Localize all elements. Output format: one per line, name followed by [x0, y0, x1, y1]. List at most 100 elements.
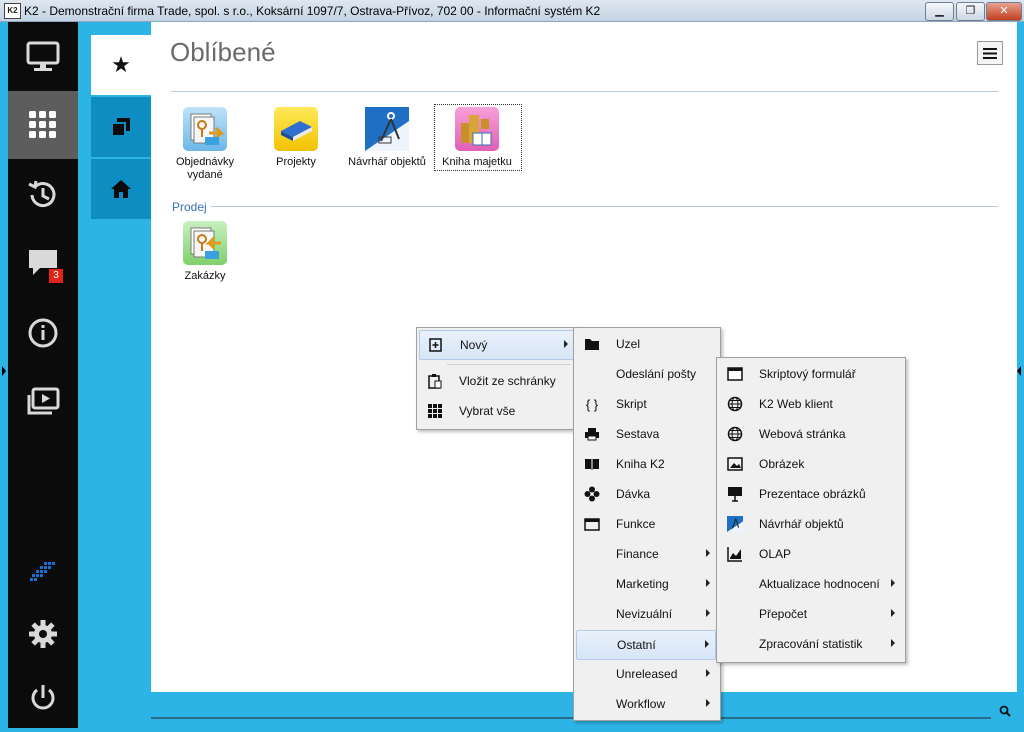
context-menu: Nový Vložit ze schránky Vybrat vše: [416, 327, 578, 430]
tab-home[interactable]: [91, 159, 151, 219]
menu-item-prezentace-obrazku[interactable]: Prezentace obrázků: [719, 480, 901, 508]
left-edge-arrow-icon[interactable]: [2, 366, 6, 376]
new-item-icon: [428, 337, 444, 353]
menu-separator: [447, 364, 571, 365]
flower-icon: [584, 486, 600, 502]
menu-item-finance[interactable]: Finance: [576, 540, 716, 568]
favorite-zakazky[interactable]: Zakázky: [160, 221, 250, 283]
tile-label-line2: vydané: [187, 169, 223, 181]
settings-gear-icon: [29, 620, 57, 648]
menu-item-kniha-k2[interactable]: Kniha K2: [576, 450, 716, 478]
menu-item-sestava[interactable]: Sestava: [576, 420, 716, 448]
tab-windows[interactable]: [91, 97, 151, 157]
function-window-icon: [584, 516, 600, 532]
desktop-icon: [26, 41, 60, 71]
favorite-projekty[interactable]: Projekty: [251, 107, 341, 169]
submenu-arrow-icon: [706, 669, 710, 677]
favorite-kniha-majetku[interactable]: Kniha majetku: [432, 107, 522, 169]
apps-grid-icon: [29, 111, 56, 138]
k2-logo-icon: [30, 562, 55, 581]
olap-chart-icon: [727, 546, 743, 562]
menu-item-aktualizace-hodnoceni[interactable]: Aktualizace hodnocení: [719, 570, 901, 598]
sales-orders-icon: [183, 221, 227, 265]
submenu-arrow-icon: [705, 640, 709, 648]
submenu-arrow-icon: [706, 699, 710, 707]
tile-label: Kniha majetku: [442, 156, 512, 168]
menu-item-davka[interactable]: Dávka: [576, 480, 716, 508]
sidebar-item-info[interactable]: [8, 299, 78, 367]
sidebar-item-settings[interactable]: [8, 600, 78, 668]
braces-icon: { }: [585, 396, 599, 412]
hamburger-icon: [983, 47, 997, 59]
sidebar-item-media[interactable]: [8, 368, 78, 436]
submenu-arrow-icon: [706, 609, 710, 617]
favorite-navrhar-objektu[interactable]: Návrhář objektů: [342, 107, 432, 169]
menu-item-unreleased[interactable]: Unreleased: [576, 660, 716, 688]
star-icon: ★: [111, 52, 131, 77]
close-button[interactable]: ✕: [986, 2, 1022, 21]
sidebar-item-messages[interactable]: 3: [8, 229, 78, 297]
purchase-orders-icon: [183, 107, 227, 151]
paste-icon: [427, 373, 443, 389]
printer-icon: [584, 426, 600, 442]
home-icon: [111, 180, 131, 198]
presentation-icon: [727, 486, 743, 502]
main-sidebar: 3: [8, 22, 78, 728]
sidebar-item-apps[interactable]: [8, 91, 78, 159]
sidebar-item-desktop[interactable]: [8, 23, 78, 91]
menu-item-navrhar-objektu[interactable]: Návrhář objektů: [719, 510, 901, 538]
menu-item-prepocet[interactable]: Přepočet: [719, 600, 901, 628]
window-titlebar: K2 K2 - Demonstrační firma Trade, spol. …: [0, 0, 1024, 22]
asset-book-icon: [455, 107, 499, 151]
submenu-ostatni: Skriptový formulář K2 Web klient Webová …: [716, 357, 906, 663]
book-icon: [584, 456, 600, 472]
designer-icon: [727, 516, 743, 532]
menu-item-obrazek[interactable]: Obrázek: [719, 450, 901, 478]
menu-item-marketing[interactable]: Marketing: [576, 570, 716, 598]
sidebar-item-power[interactable]: [8, 664, 78, 732]
message-count-badge: 3: [49, 269, 63, 283]
history-icon: [28, 180, 56, 208]
menu-item-novy[interactable]: Nový: [419, 330, 575, 360]
menu-item-k2-web-klient[interactable]: K2 Web klient: [719, 390, 901, 418]
k2-app-icon: K2: [4, 3, 21, 19]
tab-favorites[interactable]: ★: [91, 35, 151, 95]
menu-item-workflow[interactable]: Workflow: [576, 690, 716, 718]
header-divider: [171, 91, 998, 92]
section-prodej-label: Prodej: [172, 200, 211, 214]
menu-item-ostatni[interactable]: Ostatní: [576, 630, 716, 660]
tile-label: Zakázky: [184, 270, 226, 282]
menu-item-vybrat-vse[interactable]: Vybrat vše: [419, 397, 573, 425]
info-icon: [28, 318, 58, 348]
sidebar-item-history[interactable]: [8, 161, 78, 229]
menu-item-funkce[interactable]: Funkce: [576, 510, 716, 538]
favorite-objednavky-vydane[interactable]: Objednávky vydané: [160, 107, 250, 182]
maximize-button[interactable]: ❐: [956, 2, 985, 21]
menu-item-zpracovani-statistik[interactable]: Zpracování statistik: [719, 630, 901, 658]
search-icon[interactable]: [999, 705, 1011, 717]
menu-item-olap[interactable]: OLAP: [719, 540, 901, 568]
submenu-arrow-icon: [891, 579, 895, 587]
right-edge-arrow-icon[interactable]: [1017, 366, 1021, 376]
hamburger-menu-button[interactable]: [977, 41, 1003, 65]
page-title: Oblíbené: [170, 37, 276, 67]
menu-item-uzel[interactable]: Uzel: [576, 330, 716, 358]
sidebar-item-k2-logo[interactable]: [8, 538, 78, 606]
submenu-arrow-icon: [564, 340, 568, 348]
menu-item-nevizualni[interactable]: Nevizuální: [576, 600, 716, 628]
menu-item-vlozit-ze-schranky[interactable]: Vložit ze schránky: [419, 367, 573, 395]
windows-stack-icon: [111, 118, 130, 137]
menu-item-webova-stranka[interactable]: Webová stránka: [719, 420, 901, 448]
tile-label: Objednávky: [175, 156, 235, 168]
projects-book-icon: [274, 107, 318, 151]
submenu-novy: Uzel Odeslání pošty { } Skript Sestava K…: [573, 327, 721, 721]
menu-item-skriptovy-formular[interactable]: Skriptový formulář: [719, 360, 901, 388]
menu-item-odeslani-posty[interactable]: Odeslání pošty: [576, 360, 716, 388]
tile-label: Projekty: [276, 156, 316, 168]
tile-label: Návrhář objektů: [348, 156, 426, 168]
object-designer-icon: [365, 107, 409, 151]
window-title: K2 - Demonstrační firma Trade, spol. s r…: [24, 4, 601, 18]
menu-item-skript[interactable]: { } Skript: [576, 390, 716, 418]
submenu-arrow-icon: [891, 609, 895, 617]
minimize-button[interactable]: ▁: [925, 2, 954, 21]
